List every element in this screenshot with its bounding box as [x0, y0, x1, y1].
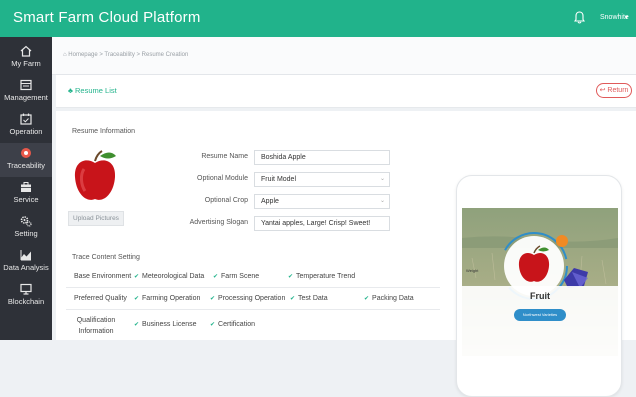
optional-crop-select[interactable]: Apple ⌄	[254, 194, 390, 209]
check-label: Temperature Trend	[296, 273, 356, 280]
check-icon: ✔	[364, 296, 370, 302]
top-bar: Smart Farm Cloud Platform Snowhite ▾	[0, 0, 636, 37]
checkbox-certification[interactable]: ✔ Certification	[210, 321, 255, 328]
trace-content-title: Trace Content Setting	[72, 254, 140, 261]
field-background-image	[462, 208, 618, 356]
optional-module-label: Optional Module	[197, 175, 248, 182]
return-button[interactable]: ↩ Return	[596, 83, 632, 98]
check-icon: ✔	[210, 296, 216, 302]
sidebar-item-label: Operation	[9, 127, 43, 136]
bell-icon[interactable]	[574, 11, 585, 24]
optional-crop-label: Optional Crop	[204, 197, 248, 204]
chevron-down-icon[interactable]: ▾	[625, 14, 628, 21]
apple-image	[74, 150, 116, 200]
check-label: Farm Scene	[221, 273, 260, 280]
advertising-slogan-label: Advertising Slogan	[189, 219, 248, 226]
resume-info-title: Resume Information	[72, 128, 136, 135]
sidebar-item-label: Data Analysis	[3, 263, 49, 272]
mobile-preview: Weight Fruit Northwest Varieties	[456, 175, 622, 397]
monitor-icon	[20, 283, 32, 295]
check-label: Test Data	[298, 295, 328, 302]
leaf-icon: ♣	[68, 86, 76, 95]
upload-pictures-button[interactable]: Upload Pictures	[68, 211, 124, 226]
breadcrumb-bar: ⌂ Homepage > Traceability > Resume Creat…	[52, 37, 636, 75]
check-label: Meteorological Data	[142, 273, 205, 280]
resume-list-label: Resume List	[75, 86, 117, 95]
resume-name-input[interactable]: Boshida Apple	[254, 150, 390, 165]
app-title: Smart Farm Cloud Platform	[13, 9, 201, 26]
preview-screen: Weight Fruit Northwest Varieties	[462, 208, 618, 356]
sidebar-item-operation[interactable]: Operation	[0, 109, 52, 143]
advertising-slogan-input[interactable]: Yantai apples, Large! Crisp! Sweet!	[254, 216, 390, 231]
sidebar-item-my-farm[interactable]: My Farm	[0, 41, 52, 75]
checkbox-test-data[interactable]: ✔ Test Data	[290, 295, 328, 302]
gears-icon	[20, 216, 32, 227]
main-content: ⌂ Homepage > Traceability > Resume Creat…	[52, 37, 636, 397]
resume-name-label: Resume Name	[201, 153, 248, 160]
check-icon: ✔	[213, 274, 219, 280]
sidebar-item-traceability[interactable]: Traceability	[0, 143, 52, 177]
sidebar-item-setting[interactable]: Setting	[0, 211, 52, 245]
sidebar-item-blockchain[interactable]: Blockchain	[0, 279, 52, 313]
check-label: Processing Operation	[218, 295, 286, 302]
qualification-information-label: Qualification Information	[76, 317, 116, 335]
traceability-icon	[21, 148, 31, 158]
return-label: Return	[607, 87, 629, 94]
resume-form-card: Resume Information Upload Pictures Resum…	[56, 111, 636, 397]
sidebar-item-label: Management	[4, 93, 48, 102]
calendar-icon	[20, 113, 32, 125]
optional-module-value: Fruit Model	[261, 176, 297, 183]
check-icon: ✔	[134, 274, 140, 280]
sidebar-item-label: Service	[13, 195, 39, 204]
home-icon	[20, 45, 32, 57]
sidebar-item-service[interactable]: Service	[0, 177, 52, 211]
checkbox-farm-scene[interactable]: ✔ Farm Scene	[213, 273, 259, 280]
check-label: Packing Data	[372, 295, 414, 302]
chevron-down-icon: ⌄	[379, 176, 385, 182]
preferred-quality-label: Preferred Quality	[74, 295, 127, 302]
sidebar-item-data-analysis[interactable]: Data Analysis	[0, 245, 52, 279]
preview-side-text: Weight	[466, 268, 479, 273]
management-icon	[20, 79, 32, 91]
row-divider	[66, 287, 440, 288]
sidebar-item-label: Traceability	[6, 161, 46, 170]
chart-icon	[20, 250, 31, 261]
row-divider	[66, 309, 440, 310]
check-label: Certification	[218, 321, 255, 328]
checkbox-packing-data[interactable]: ✔ Packing Data	[364, 295, 414, 302]
checkbox-farming-operation[interactable]: ✔ Farming Operation	[134, 295, 200, 302]
checkbox-temperature-trend[interactable]: ✔ Temperature Trend	[288, 273, 355, 280]
preview-fruit-label: Fruit	[530, 291, 550, 301]
preview-variety-button[interactable]: Northwest Varieties	[514, 309, 566, 321]
check-icon: ✔	[290, 296, 296, 302]
chevron-down-icon: ⌄	[379, 198, 385, 204]
briefcase-icon	[21, 182, 31, 192]
optional-module-select[interactable]: Fruit Model ⌄	[254, 172, 390, 187]
sidebar-item-label: Blockchain	[7, 297, 45, 306]
panel-header: ♣ Resume List ↩ Return	[56, 75, 636, 108]
sidebar-item-management[interactable]: Management	[0, 75, 52, 109]
check-label: Business License	[142, 321, 197, 328]
sidebar-item-label: My Farm	[11, 59, 41, 68]
resume-list-title[interactable]: ♣ Resume List	[68, 86, 117, 95]
checkbox-meteorological-data[interactable]: ✔ Meteorological Data	[134, 273, 204, 280]
return-icon: ↩	[599, 87, 606, 94]
sidebar-item-label: Setting	[14, 229, 38, 238]
sidebar: My Farm Management Operation Traceabilit…	[0, 37, 52, 340]
check-icon: ✔	[288, 274, 294, 280]
check-icon: ✔	[210, 322, 216, 328]
check-icon: ✔	[134, 322, 140, 328]
check-icon: ✔	[134, 296, 140, 302]
breadcrumb[interactable]: ⌂ Homepage > Traceability > Resume Creat…	[63, 52, 188, 58]
check-label: Farming Operation	[142, 295, 201, 302]
checkbox-business-license[interactable]: ✔ Business License	[134, 321, 197, 328]
checkbox-processing-operation[interactable]: ✔ Processing Operation	[210, 295, 285, 302]
apple-photo	[66, 147, 124, 209]
base-environment-label: Base Environment	[74, 273, 132, 280]
optional-crop-value: Apple	[261, 198, 279, 205]
breadcrumb-text: Homepage > Traceability > Resume Creatio…	[68, 52, 189, 58]
